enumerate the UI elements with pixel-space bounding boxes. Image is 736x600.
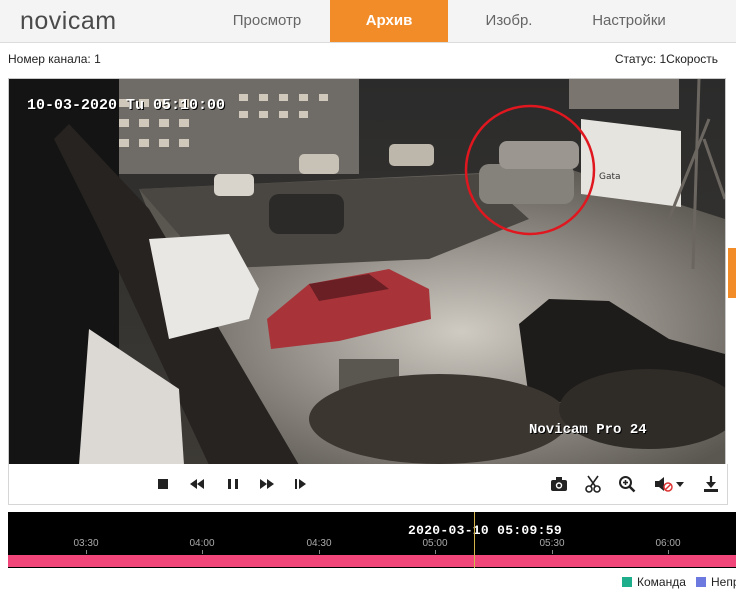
pause-icon[interactable] — [223, 474, 243, 494]
timeline-tick — [86, 550, 87, 554]
fast-forward-icon[interactable] — [257, 474, 277, 494]
tab-image[interactable]: Изобр. — [448, 0, 570, 42]
video-player[interactable]: Gata 10-03-2020 Tu 05:10:00 Novicam Pro … — [8, 78, 726, 466]
legend-label-command: Команда — [637, 575, 686, 589]
timeline-tick-label: 04:30 — [306, 538, 332, 549]
timeline-tick-label: 05:30 — [539, 538, 565, 549]
side-panel-toggle[interactable] — [728, 248, 736, 298]
tab-settings[interactable]: Настройки — [570, 0, 688, 42]
logo: novicam — [20, 7, 117, 35]
video-watermark: Novicam Pro 24 — [529, 422, 647, 438]
timeline-tick-label: 03:30 — [73, 538, 99, 549]
archive-timeline[interactable]: 2020-03-10 05:09:59 03:30 04:00 04:30 05… — [8, 512, 736, 568]
timeline-legend: Команда Непр — [0, 572, 736, 592]
rewind-icon[interactable] — [187, 474, 207, 494]
timeline-tick — [552, 550, 553, 554]
timeline-tick-label: 04:00 — [189, 538, 215, 549]
timeline-current-time: 2020-03-10 05:09:59 — [408, 523, 562, 538]
timeline-tick — [202, 550, 203, 554]
channel-number: Номер канала: 1 — [8, 52, 101, 66]
tab-preview[interactable]: Просмотр — [204, 0, 330, 42]
playback-controls — [8, 464, 728, 505]
step-forward-icon[interactable] — [291, 474, 311, 494]
legend-swatch-command — [622, 577, 632, 587]
scissors-icon[interactable] — [583, 474, 603, 494]
timeline-tick-label: 06:00 — [655, 538, 681, 549]
video-timestamp: 10-03-2020 Tu 05:10:00 — [27, 97, 226, 114]
info-bar: Номер канала: 1 Статус: 1Скорость — [0, 42, 736, 74]
legend-item-command: Команда — [622, 575, 686, 589]
timeline-tick — [668, 550, 669, 554]
wall-sign: Gata — [599, 172, 621, 182]
recording-track[interactable] — [8, 555, 736, 567]
timeline-tick-label: 05:00 — [422, 538, 448, 549]
camera-icon[interactable] — [549, 474, 569, 494]
legend-swatch-continuous — [696, 577, 706, 587]
tab-archive[interactable]: Архив — [330, 0, 448, 42]
download-icon[interactable] — [701, 474, 721, 494]
legend-item-continuous: Непр — [696, 575, 736, 589]
timeline-cursor[interactable] — [474, 512, 475, 568]
camera-frame: Gata — [9, 79, 725, 465]
top-navigation: novicam Просмотр Архив Изобр. Настройки — [0, 0, 736, 43]
legend-label-continuous: Непр — [711, 575, 736, 589]
timeline-tick — [435, 550, 436, 554]
playback-status: Статус: 1Скорость — [614, 52, 718, 66]
volume-muted-icon[interactable] — [653, 474, 687, 494]
zoom-icon[interactable] — [617, 474, 637, 494]
stop-icon[interactable] — [153, 474, 173, 494]
timeline-tick — [319, 550, 320, 554]
